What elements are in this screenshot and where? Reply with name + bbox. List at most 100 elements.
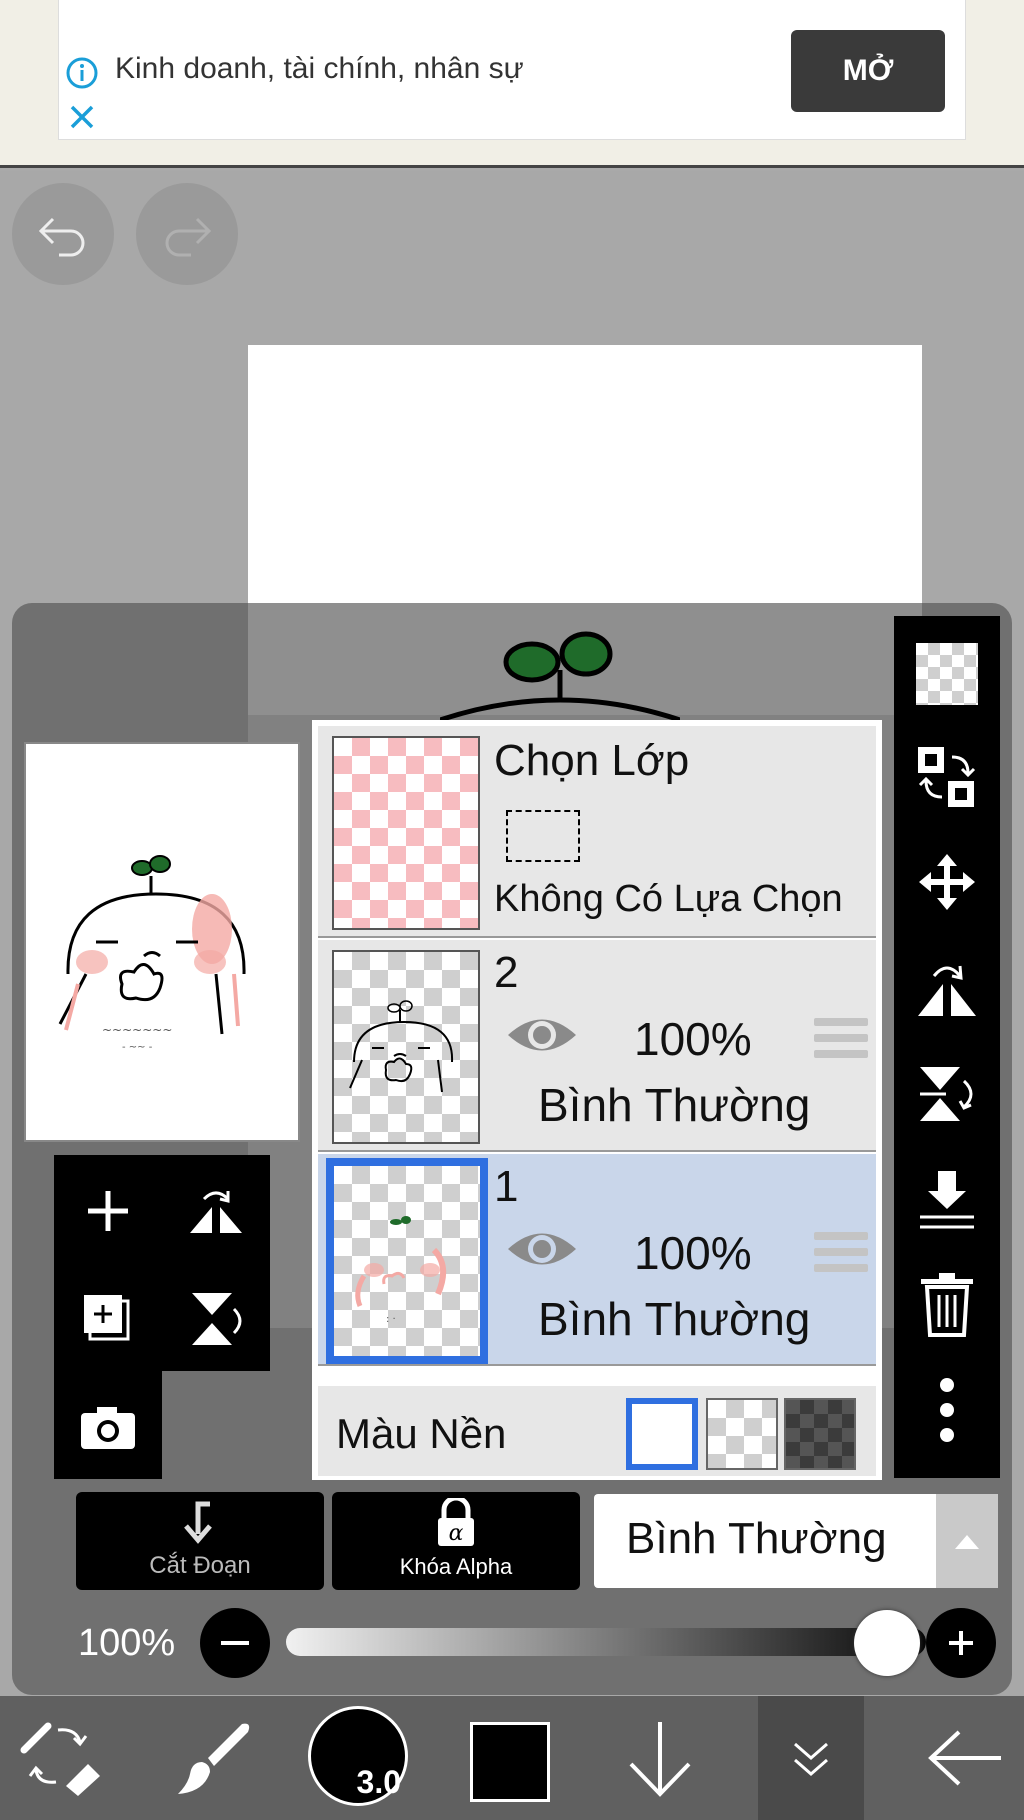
selection-layer-thumbnail — [332, 736, 480, 930]
canvas-preview[interactable]: ~~~~~~~ - ~~ - — [24, 742, 300, 1142]
arrow-left-icon — [928, 1730, 1001, 1786]
clipping-button[interactable]: Cắt Đoạn — [76, 1492, 324, 1590]
camera-button[interactable] — [70, 1389, 146, 1465]
delete-icon — [921, 1273, 973, 1337]
background-transparent-swatch[interactable] — [706, 1398, 778, 1470]
alpha-lock-button[interactable]: α Khóa Alpha — [332, 1492, 580, 1590]
color-picker-button[interactable] — [470, 1722, 550, 1802]
merge-down-icon — [920, 1171, 974, 1229]
visibility-eye-icon[interactable] — [504, 1224, 580, 1274]
plus-icon — [949, 1631, 973, 1655]
add-layer-icon — [88, 1191, 128, 1231]
background-white-swatch[interactable] — [626, 1398, 698, 1470]
layer-1-blend-mode: Bình Thường — [538, 1293, 811, 1345]
chevron-up-icon — [936, 1494, 998, 1588]
bottom-toolbar: 3.0 — [0, 1696, 1024, 1820]
more-icon — [940, 1378, 954, 1442]
opacity-value: 100% — [78, 1622, 176, 1664]
layer-1-opacity: 100% — [634, 1227, 752, 1279]
drag-handle-icon[interactable] — [814, 1232, 868, 1276]
double-chevron-down-icon — [794, 1742, 828, 1776]
brush-size-indicator[interactable]: 3.0 — [308, 1706, 408, 1806]
ad-open-button[interactable]: MỞ — [791, 30, 945, 112]
background-color-label: Màu Nền — [336, 1410, 507, 1457]
character-drawing: ~~~~~~~ - ~~ - — [58, 855, 246, 1053]
transform-layer-icon — [918, 747, 976, 807]
clipping-icon — [184, 1501, 212, 1544]
opacity-increase-button[interactable] — [926, 1608, 996, 1678]
svg-text:~~~~~~~: ~~~~~~~ — [102, 1023, 172, 1037]
transform-layer-button[interactable] — [909, 740, 985, 816]
svg-text:- ~~ -: - ~~ - — [122, 1042, 153, 1053]
flip-vertical-icon — [920, 1067, 973, 1121]
opacity-slider-thumb[interactable] — [854, 1610, 920, 1676]
delete-layer-button[interactable] — [909, 1266, 985, 1342]
visibility-eye-icon[interactable] — [504, 1010, 580, 1060]
layer-1-sketch: : · — [355, 1216, 447, 1325]
transparency-icon — [916, 643, 978, 705]
svg-text:α: α — [449, 1521, 464, 1546]
layer-2-opacity: 100% — [634, 1013, 752, 1065]
blend-mode-value: Bình Thường — [626, 1514, 887, 1563]
svg-text:: ·: : · — [386, 1314, 396, 1325]
layer-2-sketch — [349, 1000, 454, 1093]
add-layer-button[interactable] — [70, 1173, 146, 1249]
drag-handle-icon[interactable] — [814, 1018, 868, 1062]
ad-text: Kinh doanh, tài chính, nhân sự — [115, 52, 524, 85]
background-color-row: Màu Nền — [318, 1386, 876, 1476]
camera-icon — [81, 1407, 135, 1449]
selection-marquee-icon — [506, 810, 580, 862]
flip-rotate-button[interactable] — [178, 1281, 254, 1357]
opacity-decrease-button[interactable] — [200, 1608, 270, 1678]
flip-horizontal-icon — [918, 965, 976, 1016]
ad-banner: Kinh doanh, tài chính, nhân sự MỞ — [0, 0, 1024, 168]
brush-icon — [178, 1723, 250, 1794]
more-options-button[interactable] — [909, 1372, 985, 1448]
layer-1-thumbnail: : · — [326, 1158, 488, 1364]
redo-icon — [165, 217, 212, 257]
info-icon[interactable] — [65, 56, 99, 90]
flip-vertical-button[interactable] — [909, 1056, 985, 1132]
flip-layer-button[interactable] — [178, 1173, 254, 1249]
selection-status: Không Có Lựa Chọn — [494, 878, 843, 920]
selection-layer-name: Chọn Lớp — [494, 736, 690, 785]
blend-mode-select[interactable]: Bình Thường — [594, 1494, 998, 1588]
flip-layer-icon — [190, 1191, 242, 1233]
layer-2-thumbnail — [332, 950, 480, 1144]
move-icon — [919, 854, 975, 910]
layers-list: Chọn Lớp Không Có Lựa Chọn 2 100% Bình T… — [312, 720, 882, 1480]
layer-down-button[interactable] — [610, 1696, 710, 1820]
layers-panel-toggle[interactable] — [758, 1696, 864, 1820]
alpha-lock-label: Khóa Alpha — [399, 1554, 513, 1579]
brush-size-value: 3.0 — [356, 1764, 401, 1800]
brush-tool-button[interactable] — [160, 1696, 260, 1820]
lock-icon: α — [438, 1498, 474, 1546]
layer-row-1[interactable]: : · 1 100% Bình Thường — [318, 1154, 876, 1366]
opacity-slider-track[interactable] — [286, 1628, 926, 1656]
undo-icon — [38, 217, 85, 257]
add-copy-button[interactable] — [70, 1281, 146, 1357]
ad-card[interactable]: Kinh doanh, tài chính, nhân sự MỞ — [58, 0, 966, 140]
undo-button[interactable] — [12, 183, 114, 285]
flip-horizontal-button[interactable] — [909, 950, 985, 1026]
sprout-drawing-peek — [440, 631, 680, 720]
add-copy-icon — [84, 1295, 130, 1341]
minus-icon — [221, 1641, 249, 1645]
redo-button[interactable] — [136, 183, 238, 285]
layer-row-2[interactable]: 2 100% Bình Thường — [318, 940, 876, 1152]
merge-down-button[interactable] — [909, 1162, 985, 1238]
transparency-button[interactable] — [909, 636, 985, 712]
selection-layer-row[interactable]: Chọn Lớp Không Có Lựa Chọn — [318, 726, 876, 938]
flip-rotate-icon — [192, 1293, 242, 1345]
background-dark-swatch[interactable] — [784, 1398, 856, 1470]
clipping-label: Cắt Đoạn — [149, 1552, 251, 1579]
right-layer-toolbar — [894, 616, 1000, 1478]
back-button[interactable] — [910, 1696, 1020, 1820]
move-button[interactable] — [909, 844, 985, 920]
layer-1-name: 1 — [494, 1162, 519, 1211]
layer-2-name: 2 — [494, 948, 519, 997]
layer-2-blend-mode: Bình Thường — [538, 1079, 811, 1131]
close-icon[interactable] — [65, 100, 99, 134]
tool-switch-button[interactable] — [10, 1696, 110, 1820]
arrow-down-icon — [629, 1722, 691, 1797]
